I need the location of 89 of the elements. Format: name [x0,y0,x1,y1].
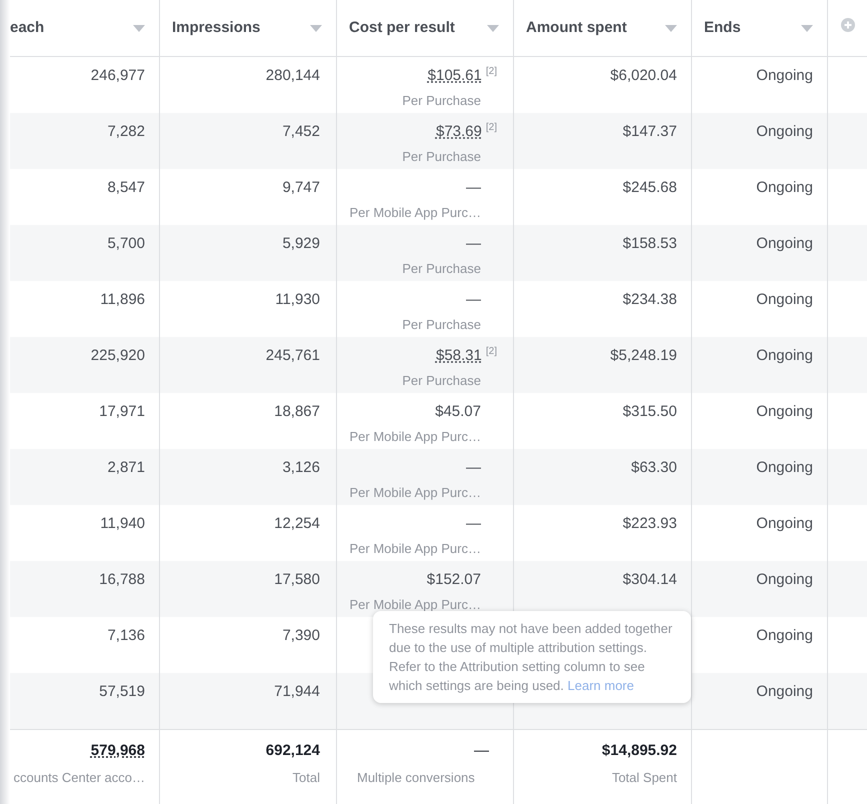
table-cell-text: 57,519 [99,682,145,702]
table-cell-text: 17,971 [99,402,145,422]
table-cell-text: 7,452 [282,122,320,142]
table-cell-text: $45.07 [435,402,481,422]
table-cell-text: 7,136 [107,626,145,646]
sort-caret-icon[interactable] [133,24,145,32]
table-cell-text: $73.69 [436,122,482,142]
table-cell-text: 225,920 [90,346,145,366]
table-cell-text: Ongoing [756,514,813,534]
table-cell-text: 7,282 [107,122,145,142]
table-cell-text: $6,020.04 [610,66,677,86]
add-column-icon[interactable] [840,18,854,32]
footnote-mark: [2] [486,121,497,135]
table-cell-text: $63.30 [631,458,677,478]
table-cell-text: 11,896 [100,290,145,310]
table-cell-text: Ongoing [756,346,813,366]
table-cell-text: 280,144 [266,66,320,86]
table-cell-text: — [466,514,481,534]
table-cell-text: $158.53 [622,234,677,254]
column-header[interactable]: Amount spent [526,16,627,40]
table-cell-text: — [466,178,481,198]
column-header[interactable]: each [10,16,44,40]
table-cell-text: — [466,234,481,254]
table-cell-text: $5,248.19 [610,346,677,366]
result-type: Per Purchase [402,148,481,166]
table-cell-text: 246,977 [90,66,145,86]
result-type: Per Purchase [402,260,481,278]
table-cell-text: $315.50 [622,402,677,422]
result-type: Per Mobile App Purc… [349,428,481,446]
table-cell-text: Ongoing [756,178,813,198]
column-header[interactable]: Ends [704,16,741,40]
total-label: ccounts Center acco… [13,768,145,786]
footnote-mark: [2] [486,345,497,359]
table-cell-text: $304.14 [622,570,677,590]
table-cell-text: Ongoing [756,234,813,254]
result-type: Per Mobile App Purc… [349,484,481,502]
total-value: 692,124 [266,741,320,761]
table-cell-text: Ongoing [756,122,813,142]
table-cell-text: 7,390 [282,626,320,646]
total-value: $14,895.92 [602,741,677,761]
table-cell-text: Ongoing [756,570,813,590]
column-header[interactable]: Cost per result [349,16,455,40]
table-cell-text: Ongoing [756,290,813,310]
table-cell-text: 8,547 [107,178,145,198]
sort-caret-icon[interactable] [801,24,813,32]
table-cell-text: 18,867 [274,402,320,422]
table-cell-text: 12,254 [274,514,320,534]
table-cell-text: $223.93 [622,514,677,534]
table-cell-text: Ongoing [756,682,813,702]
result-type: Per Mobile App Purc… [349,540,481,558]
table-cell-text: 5,700 [107,234,145,254]
table-cell-text: Ongoing [756,66,813,86]
table-cell-text: 5,929 [282,234,320,254]
table-cell-text: Ongoing [756,626,813,646]
result-type: Per Mobile App Purc… [349,596,481,614]
sort-caret-icon[interactable] [487,24,499,32]
table-cell-text: 9,747 [282,178,320,198]
total-label: Multiple conversions [357,768,475,787]
table-cell-text: 71,944 [274,682,320,702]
table-cell-text: 245,761 [266,346,320,366]
table-cell-text: 3,126 [282,458,320,478]
total-label: Total Spent [612,768,677,787]
footnote-mark: [2] [486,65,497,79]
result-type: Per Purchase [402,92,481,110]
table-cell-text: 17,580 [274,570,320,590]
total-label: Total [292,768,320,786]
table-cell-text: $105.61 [428,66,482,86]
result-type: Per Purchase [402,372,481,390]
column-header[interactable]: Impressions [172,16,260,40]
table-cell-text: — [466,290,481,310]
table-cell-text: 16,788 [99,570,145,590]
result-type: Per Purchase [402,316,481,334]
sort-caret-icon[interactable] [665,24,677,32]
table-cell-text: $245.68 [622,178,677,198]
sort-caret-icon[interactable] [310,24,322,32]
table-cell-text: $234.38 [622,290,677,310]
table-cell-text: 11,940 [100,514,145,534]
total-value: 579,968 [90,741,145,761]
table-cell-text: $147.37 [622,122,677,142]
table-cell-text: Ongoing [756,458,813,478]
table-cell-text: $152.07 [426,570,481,590]
table-cell-text: $58.31 [436,346,482,366]
table-cell-text: — [466,458,481,478]
table-cell-text: Ongoing [756,402,813,422]
tooltip-text: These results may not have been added together due to the use of multiple attribution settings. Refer to the Attribution setting column to see which settings are being used. Learn more [389,620,674,695]
result-type: Per Mobile App Purc… [349,204,481,222]
table-cell-text: 11,930 [275,290,320,310]
table-cell-text: 2,871 [107,458,145,478]
total-value: — [474,741,489,761]
